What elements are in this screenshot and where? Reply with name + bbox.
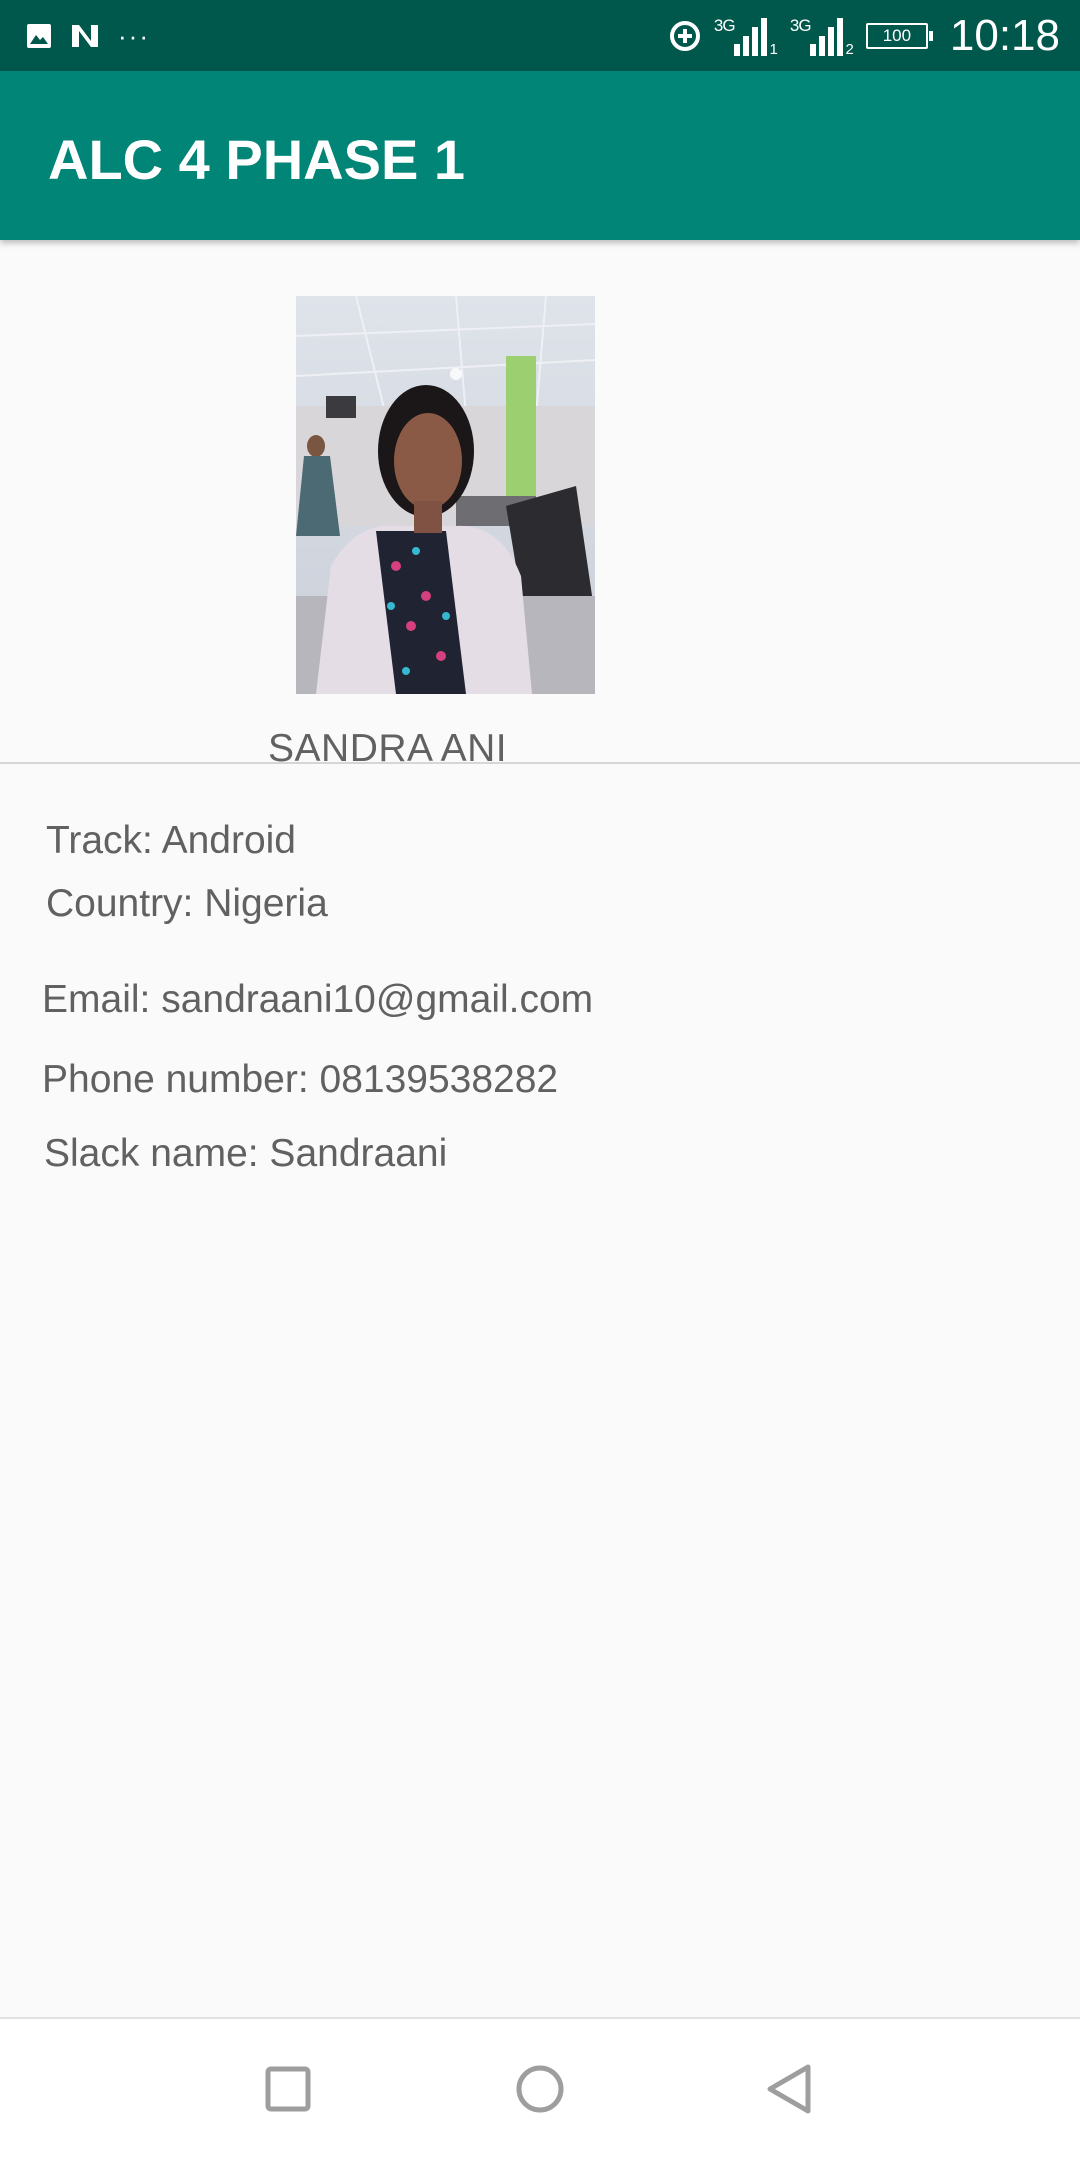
sim-slot-2: 2 [845,41,854,58]
track-text: Track: Android [46,819,296,862]
gallery-icon [27,24,51,48]
divider [0,762,1080,764]
phone-text: Phone number: 08139538282 [42,1058,559,1101]
sim-slot-1: 1 [769,41,778,58]
signal-bars-icon [733,18,767,56]
n-icon [72,25,98,47]
signal-sim-1: 3G 1 [714,14,778,58]
signal-sim-2: 3G 2 [790,14,854,58]
data-saver-icon [669,21,700,51]
slack-text: Slack name: Sandraani [44,1132,448,1175]
back-triangle-icon [767,2064,811,2114]
status-clock: 10:18 [949,11,1060,60]
email-text: Email: sandraani10@gmail.com [42,978,594,1021]
status-right-icons: 3G 1 3G 2 100 10:18 [668,8,1060,64]
recents-square-icon [265,2066,311,2112]
recents-button[interactable] [260,2061,316,2117]
country-text: Country: Nigeria [46,882,328,925]
navigation-bar [0,2017,1080,2160]
back-button[interactable] [762,2061,818,2117]
battery-icon: 100 [865,23,933,49]
status-bar: ··· 3G 1 3G 2 100 10:18 [0,0,1080,71]
home-button[interactable] [512,2061,568,2117]
app-bar: ALC 4 PHASE 1 [0,71,1080,240]
status-left-icons: ··· [26,17,150,55]
more-dots-icon: ··· [118,20,150,51]
signal-bars-icon [809,18,843,56]
app-title: ALC 4 PHASE 1 [48,128,465,191]
home-circle-icon [516,2065,564,2113]
profile-name: SANDRA ANI [268,727,508,770]
battery-level: 100 [882,26,912,45]
profile-photo [296,296,595,694]
